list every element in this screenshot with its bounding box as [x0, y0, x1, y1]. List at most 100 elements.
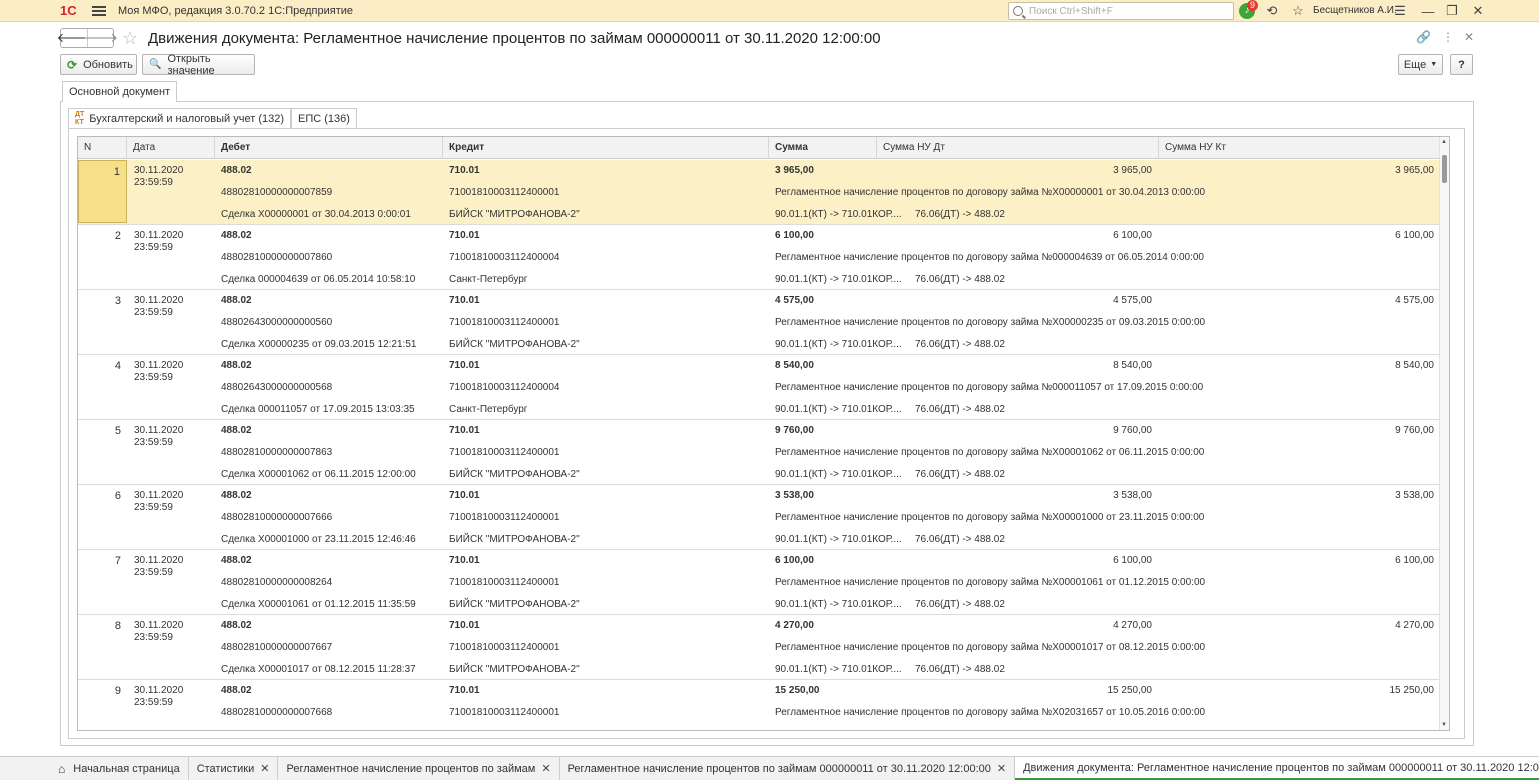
table-row[interactable]: 4 30.11.2020 23:59:59 488.02 488026430000000… [78, 355, 1440, 420]
vertical-scrollbar[interactable]: ▲ ▼ [1439, 137, 1449, 730]
cell-time[interactable]: 23:59:59 [134, 307, 173, 318]
cell-credit-subconto[interactable]: 71001810003112400001 [449, 512, 560, 523]
cell-n[interactable]: 8 [78, 615, 127, 679]
cell-sum[interactable]: 4 270,00 [775, 620, 814, 631]
cell-n[interactable]: 7 [78, 550, 127, 614]
current-user[interactable]: Бесщетников А.И. [1313, 5, 1397, 16]
table-row[interactable]: 1 30.11.2020 23:59:59 488.02 488028100000000… [78, 160, 1440, 225]
col-header-date[interactable]: Дата [127, 137, 215, 159]
more-actions-button[interactable]: Еще ▼ [1398, 54, 1443, 75]
cell-credit[interactable]: 710.01 [449, 295, 480, 306]
settings-menu-icon[interactable]: ☰ [1392, 3, 1408, 19]
cell-n[interactable]: 5 [78, 420, 127, 484]
cell-debit[interactable]: 488.02 [221, 685, 252, 696]
cell-credit-place[interactable]: БИЙСК "МИТРОФАНОВА-2" [449, 534, 580, 545]
maximize-window-icon[interactable]: ❐ [1444, 3, 1460, 19]
cell-sum-nu-kt[interactable]: 6 100,00 [1238, 230, 1434, 241]
cell-n[interactable]: 1 [78, 160, 127, 223]
table-row[interactable]: 9 30.11.2020 23:59:59 488.02 488028100000000… [78, 680, 1440, 730]
cell-credit-place[interactable]: Санкт-Петербург [449, 404, 527, 415]
cell-nu-dt-account[interactable]: 90.01.1(КТ) -> 710.01КОР.... [775, 664, 902, 675]
cell-nu-kt-account[interactable]: 76.06(ДТ) -> 488.02 [915, 339, 1005, 350]
cell-sum-nu-dt[interactable]: 6 100,00 [958, 555, 1152, 566]
cell-nu-dt-account[interactable]: 90.01.1(КТ) -> 710.01КОР.... [775, 404, 902, 415]
cell-sum-nu-dt[interactable]: 9 760,00 [958, 425, 1152, 436]
cell-nu-kt-account[interactable]: 76.06(ДТ) -> 488.02 [915, 404, 1005, 415]
col-header-n[interactable]: N [78, 137, 127, 159]
cell-nu-dt-account[interactable]: 90.01.1(КТ) -> 710.01КОР.... [775, 599, 902, 610]
cell-nu-kt-account[interactable]: 76.06(ДТ) -> 488.02 [915, 469, 1005, 480]
scroll-down-icon[interactable]: ▼ [1441, 722, 1447, 728]
cell-nu-dt-account[interactable]: 90.01.1(КТ) -> 710.01КОР.... [775, 469, 902, 480]
cell-credit-subconto[interactable]: 71001810003112400001 [449, 642, 560, 653]
close-tab-icon[interactable]: ✕ [997, 758, 1006, 780]
col-header-sum-nu-dt[interactable]: Сумма НУ Дт [877, 137, 1159, 159]
cell-sum-nu-dt[interactable]: 3 965,00 [958, 165, 1152, 176]
forward-arrow-icon[interactable]: 🡒 [83, 29, 118, 47]
cell-debit-deal[interactable]: Сделка Х00000001 от 30.04.2013 0:00:01 [221, 209, 411, 220]
scroll-up-icon[interactable]: ▲ [1441, 139, 1447, 145]
cell-credit-subconto[interactable]: 71001810003112400004 [449, 252, 560, 263]
close-window-icon[interactable]: ✕ [1470, 3, 1486, 19]
cell-debit-subconto[interactable]: 48802643000000000560 [221, 317, 332, 328]
cell-credit-subconto[interactable]: 71001810003112400001 [449, 317, 560, 328]
cell-sum-nu-kt[interactable]: 9 760,00 [1238, 425, 1434, 436]
cell-debit-subconto[interactable]: 48802810000000008264 [221, 577, 332, 588]
cell-debit[interactable]: 488.02 [221, 230, 252, 241]
col-header-sum[interactable]: Сумма [769, 137, 877, 159]
movements-table[interactable]: N Дата Дебет Кредит Сумма Сумма НУ Дт Су… [77, 136, 1450, 731]
cell-debit-deal[interactable]: Сделка Х00001000 от 23.11.2015 12:46:46 [221, 534, 416, 545]
cell-content[interactable]: Регламентное начисление процентов по дог… [775, 187, 1205, 198]
cell-credit-subconto[interactable]: 71001810003112400001 [449, 577, 560, 588]
taskbar-tab[interactable]: ⌂ Начальная страница [0, 757, 189, 780]
cell-nu-kt-account[interactable]: 76.06(ДТ) -> 488.02 [915, 664, 1005, 675]
cell-time[interactable]: 23:59:59 [134, 502, 173, 513]
tab-main-document[interactable]: Основной документ [62, 81, 178, 102]
cell-credit[interactable]: 710.01 [449, 685, 480, 696]
table-row[interactable]: 2 30.11.2020 23:59:59 488.02 488028100000000… [78, 225, 1440, 290]
cell-debit[interactable]: 488.02 [221, 490, 252, 501]
cell-sum-nu-dt[interactable]: 4 270,00 [958, 620, 1152, 631]
cell-nu-kt-account[interactable]: 76.06(ДТ) -> 488.02 [915, 599, 1005, 610]
cell-credit-place[interactable]: БИЙСК "МИТРОФАНОВА-2" [449, 339, 580, 350]
minimize-window-icon[interactable]: — [1420, 3, 1436, 19]
cell-nu-kt-account[interactable]: 76.06(ДТ) -> 488.02 [915, 209, 1005, 220]
cell-debit-deal[interactable]: Сделка Х00001061 от 01.12.2015 11:35:59 [221, 599, 416, 610]
cell-sum[interactable]: 6 100,00 [775, 555, 814, 566]
cell-content[interactable]: Регламентное начисление процентов по дог… [775, 707, 1205, 718]
cell-time[interactable]: 23:59:59 [134, 567, 173, 578]
cell-date[interactable]: 30.11.2020 [134, 425, 183, 436]
cell-sum[interactable]: 9 760,00 [775, 425, 814, 436]
taskbar-tab[interactable]: Движения документа: Регламентное начисле… [1015, 757, 1539, 780]
cell-date[interactable]: 30.11.2020 [134, 360, 183, 371]
cell-credit[interactable]: 710.01 [449, 360, 480, 371]
cell-debit[interactable]: 488.02 [221, 360, 252, 371]
cell-debit-deal[interactable]: Сделка Х00001017 от 08.12.2015 11:28:37 [221, 664, 416, 675]
cell-date[interactable]: 30.11.2020 [134, 620, 183, 631]
cell-credit-place[interactable]: БИЙСК "МИТРОФАНОВА-2" [449, 469, 580, 480]
cell-content[interactable]: Регламентное начисление процентов по дог… [775, 577, 1205, 588]
cell-nu-kt-account[interactable]: 76.06(ДТ) -> 488.02 [915, 274, 1005, 285]
cell-date[interactable]: 30.11.2020 [134, 555, 183, 566]
cell-content[interactable]: Регламентное начисление процентов по дог… [775, 382, 1203, 393]
table-row[interactable]: 3 30.11.2020 23:59:59 488.02 488026430000000… [78, 290, 1440, 355]
cell-credit-place[interactable]: БИЙСК "МИТРОФАНОВА-2" [449, 599, 580, 610]
cell-credit-place[interactable]: Санкт-Петербург [449, 274, 527, 285]
taskbar-tab[interactable]: Регламентное начисление процентов по зай… [278, 757, 560, 780]
cell-date[interactable]: 30.11.2020 [134, 230, 183, 241]
cell-time[interactable]: 23:59:59 [134, 437, 173, 448]
cell-sum-nu-kt[interactable]: 8 540,00 [1238, 360, 1434, 371]
global-search-input[interactable]: Поиск Ctrl+Shift+F [1008, 2, 1234, 20]
cell-sum-nu-kt[interactable]: 6 100,00 [1238, 555, 1434, 566]
col-header-debit[interactable]: Дебет [215, 137, 443, 159]
cell-time[interactable]: 23:59:59 [134, 697, 173, 708]
cell-time[interactable]: 23:59:59 [134, 632, 173, 643]
taskbar-tab[interactable]: Регламентное начисление процентов по зай… [560, 757, 1016, 780]
scrollbar-thumb[interactable] [1442, 155, 1447, 183]
cell-sum[interactable]: 3 538,00 [775, 490, 814, 501]
cell-sum[interactable]: 6 100,00 [775, 230, 814, 241]
cell-debit-deal[interactable]: Сделка Х00001062 от 06.11.2015 12:00:00 [221, 469, 416, 480]
cell-credit-place[interactable]: БИЙСК "МИТРОФАНОВА-2" [449, 664, 580, 675]
cell-debit-subconto[interactable]: 48802810000000007667 [221, 642, 332, 653]
cell-n[interactable]: 2 [78, 225, 127, 289]
